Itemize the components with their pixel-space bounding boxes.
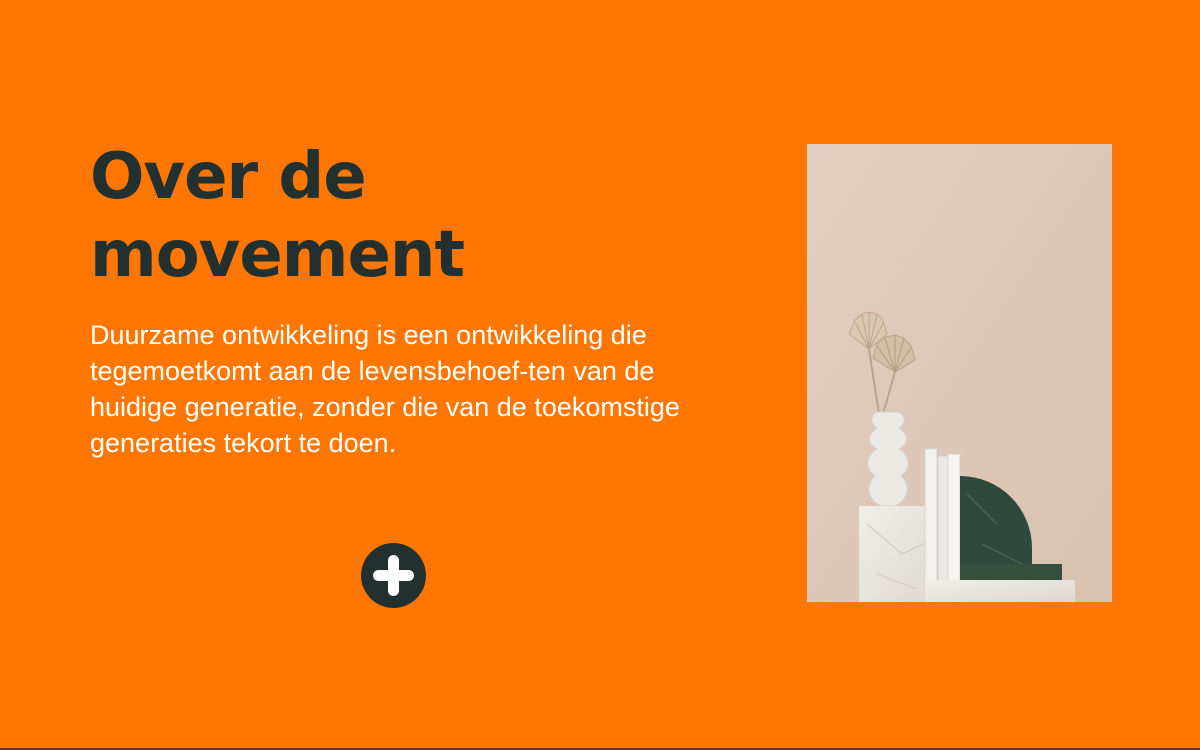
plus-icon: [373, 555, 414, 596]
section-description: Duurzame ontwikkeling is een ontwikkelin…: [90, 320, 680, 458]
marble-base: [925, 580, 1075, 602]
book: [937, 455, 949, 585]
book: [924, 448, 938, 585]
expand-button[interactable]: [361, 543, 426, 608]
section-title-line-1: Over de: [90, 140, 367, 214]
page: Over de movement Duurzame ontwikkeling i…: [0, 0, 1200, 750]
interior-photo-illustration: [807, 144, 1112, 602]
section-title: Over de movement: [90, 138, 690, 294]
interior-photo: [807, 144, 1112, 602]
section-title-line-2: movement: [90, 218, 465, 292]
book: [947, 453, 961, 585]
